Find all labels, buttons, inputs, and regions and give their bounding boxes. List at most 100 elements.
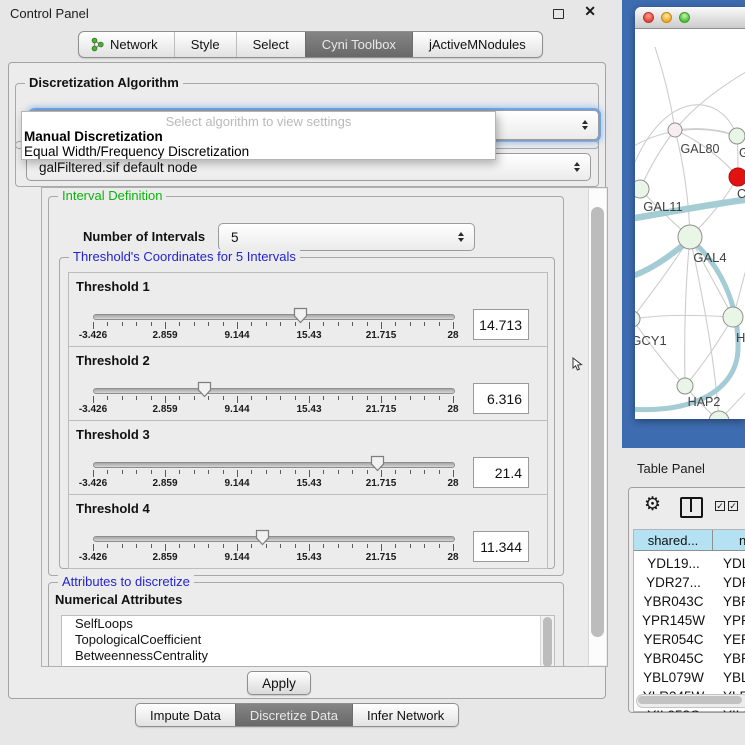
- list-item[interactable]: TopologicalCoefficient: [62, 632, 554, 648]
- threshold-value-input[interactable]: 11.344: [473, 531, 529, 562]
- network-node-gal4[interactable]: [678, 225, 702, 249]
- checkbox-checked-icon[interactable]: ✓: [728, 501, 738, 511]
- table-row[interactable]: YDR27...YDR2: [634, 573, 745, 592]
- float-panel-icon[interactable]: [553, 9, 564, 19]
- algorithm-dropdown-popup: Select algorithm to view settings Manual…: [21, 111, 496, 160]
- slider-tick: [179, 322, 180, 326]
- network-node-label: GCY1: [635, 333, 667, 348]
- tab-discretize-data[interactable]: Discretize Data: [235, 704, 352, 726]
- threshold-slider-track[interactable]: [93, 388, 455, 394]
- network-node-gcy1[interactable]: [635, 311, 640, 327]
- zoom-window-icon[interactable]: [679, 12, 690, 23]
- network-edge[interactable]: [675, 69, 745, 130]
- number-of-intervals-select[interactable]: 5: [218, 223, 475, 251]
- network-node-label: HAP2: [688, 395, 721, 409]
- scrollbar-thumb[interactable]: [591, 207, 604, 637]
- tab-label: Discretize Data: [250, 708, 338, 723]
- network-canvas[interactable]: GAL80GACGAL11GAL4GCY1HHAP2: [635, 29, 745, 419]
- tab-impute-data[interactable]: Impute Data: [136, 704, 235, 726]
- slider-tick: [381, 396, 382, 403]
- dropdown-option-manual-discretization[interactable]: Manual Discretization: [22, 129, 495, 144]
- apply-button[interactable]: Apply: [247, 671, 311, 695]
- slider-tick: [453, 396, 454, 403]
- table-row[interactable]: YBR043CYBR0: [634, 592, 745, 611]
- threshold-label: Threshold 2: [76, 353, 150, 368]
- cell: YDL19...: [634, 556, 713, 571]
- network-edge[interactable]: [690, 237, 733, 317]
- gear-icon[interactable]: ⚙: [644, 495, 661, 515]
- network-node-h[interactable]: [723, 307, 743, 327]
- slider-tick: [194, 396, 195, 400]
- tab-select[interactable]: Select: [236, 32, 305, 57]
- network-node-gal11[interactable]: [635, 180, 649, 198]
- tab-cyni-toolbox[interactable]: Cyni Toolbox: [305, 32, 412, 57]
- split-columns-icon[interactable]: [680, 497, 703, 518]
- slider-tick: [309, 396, 310, 403]
- slider-tick: [309, 322, 310, 329]
- threshold-value-input[interactable]: 14.713: [473, 309, 529, 340]
- close-window-icon[interactable]: [643, 12, 654, 23]
- network-edge[interactable]: [655, 47, 675, 130]
- slider-tick: [179, 544, 180, 548]
- list-item[interactable]: SelfLoops: [62, 616, 554, 632]
- slider-tick: [136, 544, 137, 548]
- network-edge[interactable]: [640, 130, 675, 189]
- slider-tick-label: -3.426: [68, 330, 118, 341]
- scrollbar-thumb[interactable]: [638, 696, 742, 704]
- tab-style[interactable]: Style: [174, 32, 236, 57]
- slider-tick: [208, 544, 209, 548]
- checkbox-checked-icon[interactable]: ✓: [715, 501, 725, 511]
- network-view-window[interactable]: GAL80GACGAL11GAL4GCY1HHAP2: [635, 7, 745, 419]
- slider-tick-label: 21.715: [356, 404, 406, 415]
- column-header-name[interactable]: na: [713, 530, 745, 551]
- slider-tick: [223, 544, 224, 548]
- network-edge[interactable]: [635, 319, 685, 386]
- table-row[interactable]: YBL079WYBL0: [634, 668, 745, 687]
- threshold-value-input[interactable]: 6.316: [473, 383, 529, 414]
- threshold-value-input[interactable]: 21.4: [473, 457, 529, 488]
- threshold-slider-track[interactable]: [93, 536, 455, 542]
- list-scrollbar[interactable]: [540, 616, 554, 667]
- tab-label: Network: [110, 37, 158, 52]
- table-row[interactable]: YDL19...YDL1: [634, 554, 745, 573]
- slider-tick: [323, 396, 324, 400]
- tab-network[interactable]: Network: [79, 32, 174, 57]
- network-edge[interactable]: [685, 237, 690, 386]
- table-row[interactable]: YBR045CYBR0: [634, 649, 745, 668]
- cell: YER054C: [634, 632, 713, 647]
- slider-tick-label: 21.715: [356, 478, 406, 489]
- network-window-titlebar[interactable]: [635, 7, 745, 29]
- network-edge[interactable]: [685, 317, 733, 386]
- dropdown-option-equal-width-frequency[interactable]: Equal Width/Frequency Discretization: [22, 144, 495, 159]
- column-header-shared[interactable]: shared...: [634, 530, 713, 551]
- close-panel-icon[interactable]: ✕: [584, 3, 596, 20]
- slider-tick: [107, 544, 108, 548]
- slider-tick: [338, 544, 339, 548]
- threshold-slider-track[interactable]: [93, 314, 455, 320]
- scrollbar-thumb[interactable]: [543, 617, 552, 667]
- threshold-slider-track[interactable]: [93, 462, 455, 468]
- network-node-hap2[interactable]: [677, 378, 693, 394]
- table-row[interactable]: YPR145WYPR1: [634, 611, 745, 630]
- network-edge[interactable]: [635, 105, 737, 177]
- slider-tick: [381, 322, 382, 329]
- tab-infer-network[interactable]: Infer Network: [352, 704, 458, 726]
- slider-tick: [194, 544, 195, 548]
- list-item[interactable]: BetweennessCentrality: [62, 648, 554, 664]
- group-title: Threshold's Coordinates for 5 Intervals: [69, 249, 300, 264]
- network-node-ga[interactable]: [729, 128, 745, 144]
- mouse-cursor: [572, 357, 584, 372]
- table-horizontal-scrollbar[interactable]: [636, 694, 745, 708]
- network-node-gal80[interactable]: [668, 123, 682, 137]
- group-title: Interval Definition: [58, 188, 166, 203]
- slider-tick: [439, 396, 440, 400]
- slider-tick: [165, 322, 166, 329]
- network-node[interactable]: [709, 411, 729, 419]
- network-edge[interactable]: [635, 315, 733, 319]
- cell: YBL079W: [634, 670, 713, 685]
- minimize-window-icon[interactable]: [661, 12, 672, 23]
- table-row[interactable]: YER054CYER0: [634, 630, 745, 649]
- network-node-c[interactable]: [729, 168, 745, 186]
- settings-scrollbar[interactable]: [588, 189, 606, 665]
- tab-jactivemnodules[interactable]: jActiveMNodules: [412, 32, 542, 57]
